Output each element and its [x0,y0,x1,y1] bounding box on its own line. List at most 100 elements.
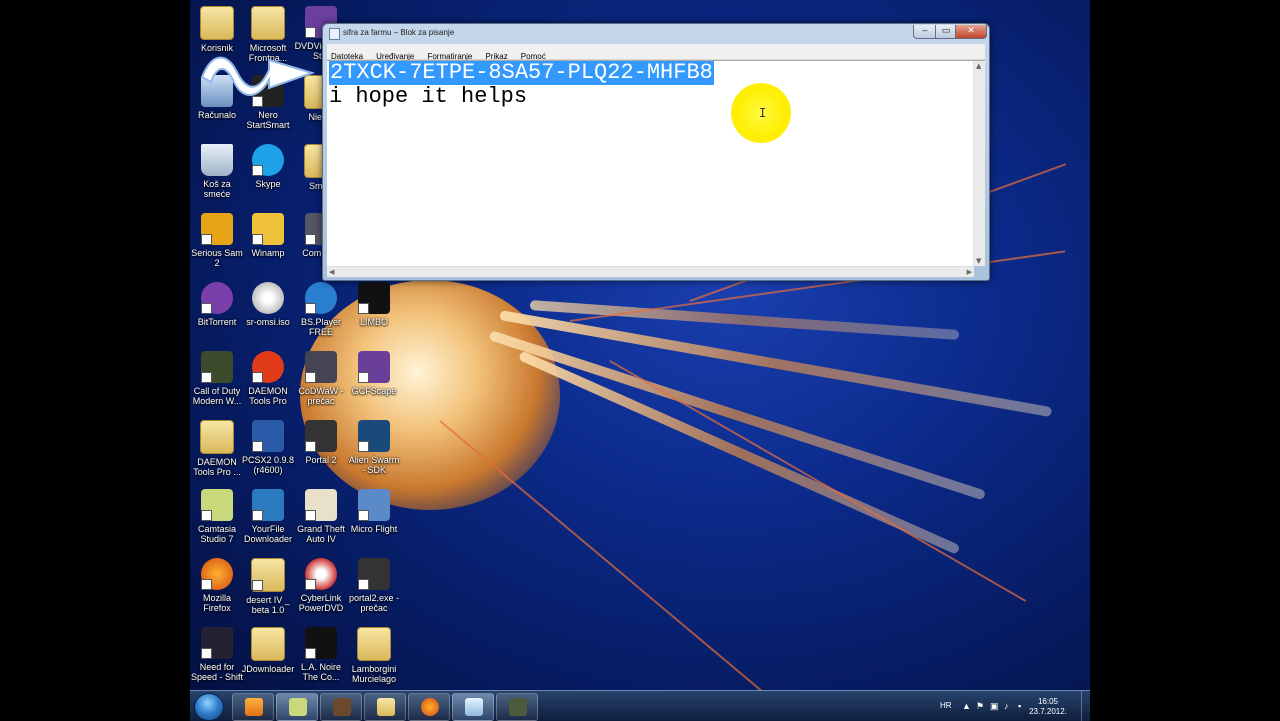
desktop-icon-daemon-folder[interactable]: DAEMON Tools Pro ... [190,420,244,477]
desktop-icon-desert[interactable]: desert IV _ beta 1.0 [241,558,295,615]
text-editor-area[interactable]: I 2TXCK-7ETPE-8SA57-PLQ22-MHFB8 i hope i… [327,60,985,266]
alien-swarm-icon [358,420,390,452]
firefox-icon [201,558,233,590]
notepad-app-icon [329,28,340,40]
desktop-icon-label: JDownloader [241,664,295,674]
desktop-icon-recycle-bin[interactable]: Koš za smeće [190,144,244,199]
desktop-icon-label: BitTorrent [197,317,237,327]
desktop-icon-la-noire[interactable]: L.A. Noire The Co... [294,627,348,682]
star-icon [305,351,337,383]
desktop-icon-serious-sam[interactable]: Serious Sam 2 [190,213,244,268]
clock[interactable]: 16:05 23.7.2012. [1028,697,1068,717]
desktop-icon-label: BS.Player FREE [300,317,342,337]
desktop-icon-gcfscape[interactable]: GCFScape [347,351,401,396]
taskbar-media-player[interactable] [232,693,274,721]
scroll-up-arrow-icon[interactable]: ▲ [976,62,981,70]
ibeam-cursor-icon: I [759,106,767,120]
device-icon[interactable]: ▪ [1018,701,1021,711]
desktop-icon-lamborgini[interactable]: Lamborgini Murcielago [347,627,401,684]
serious-sam-icon [201,213,233,245]
folder-icon [377,698,395,716]
menu-bar: Datoteka Uređivanje Formatiranje Prikaz … [327,44,985,61]
arrow-logo-overlay [200,56,316,96]
desktop-icon-jdownloader[interactable]: JDownloader [241,627,295,674]
desktop-icon-bsplayer[interactable]: BS.Player FREE [294,282,348,337]
desktop-icon-winamp[interactable]: Winamp [241,213,295,258]
folder-icon [251,558,285,592]
desktop-icon-pcsx2[interactable]: PCSX2 0.9.8 (r4600) [241,420,295,475]
show-hidden-icons-icon[interactable]: ▲ [962,701,971,711]
scroll-left-arrow-icon[interactable]: ◀ [329,268,334,276]
taskbar-firefox[interactable] [408,693,450,721]
desktop-icon-label: L.A. Noire The Co... [300,662,342,682]
show-desktop-button[interactable] [1081,691,1090,721]
desktop-icon-label: PCSX2 0.9.8 (r4600) [241,455,295,475]
taskbar-app[interactable] [496,693,538,721]
desktop-icon-label: Call of Duty Modern W... [192,386,242,406]
desktop-icon-iso[interactable]: sr-omsi.iso [241,282,295,327]
scroll-right-arrow-icon[interactable]: ▶ [967,268,972,276]
desktop-icon-yourfile[interactable]: YourFile Downloader [241,489,295,544]
taskbar-game[interactable] [320,693,362,721]
call-of-duty-icon [201,351,233,383]
desktop-icon-label: Winamp [251,248,285,258]
start-button[interactable] [194,693,224,721]
notepad-icon [465,698,483,716]
game-icon [333,698,351,716]
desktop-icon-label: Camtasia Studio 7 [197,524,236,544]
portal2-icon [305,420,337,452]
camtasia-icon [289,698,307,716]
desktop-icon-label: Računalo [197,110,237,120]
desktop-icon-portal2-exe[interactable]: portal2.exe - prečac [347,558,401,613]
desktop-icon-label: CyberLink PowerDVD [298,593,344,613]
desktop-icon-limbo[interactable]: LIMBO [347,282,401,327]
clock-time: 16:05 [1037,697,1059,706]
desktop-icon-alien-swarm[interactable]: Alien Swarm - SDK [347,420,401,475]
desktop-icon-label: Nero StartSmart [246,110,290,130]
desktop-icon-skype[interactable]: Skype [241,144,295,189]
desktop-icon-firefox[interactable]: Mozilla Firefox [190,558,244,613]
downloader-icon [252,489,284,521]
wallpaper-tentacle [439,420,763,692]
language-indicator[interactable]: HR [940,701,952,710]
close-button[interactable]: ✕ [955,25,987,39]
clock-date: 23.7.2012. [1029,707,1067,716]
folder-icon [200,6,234,40]
taskbar-camtasia[interactable] [276,693,318,721]
desktop-icon-codwaw[interactable]: CoDWaW - prečac [294,351,348,406]
desktop-icon-cod-mw[interactable]: Call of Duty Modern W... [190,351,244,406]
desktop-icon-bittorrent[interactable]: BitTorrent [190,282,244,327]
text-line[interactable]: i hope it helps [329,85,527,109]
window-titlebar[interactable]: sifra za farmu – Blok za pisanje ‒ ▭ ✕ [323,24,989,43]
desktop-icon-label: GCFScape [351,386,397,396]
folder-icon [251,627,285,661]
desktop-icon-micro-flight[interactable]: Micro Flight [347,489,401,534]
selected-text-line[interactable]: 2TXCK-7ETPE-8SA57-PLQ22-MHFB8 [329,61,714,85]
desktop-icon-label: YourFile Downloader [243,524,293,544]
desktop-icon-label: CoDWaW - prečac [298,386,344,406]
taskbar: HR ▲ ⚑ ▣ ♪ ▪ 16:05 23.7.2012. [190,690,1090,721]
vertical-scrollbar[interactable]: ▲ ▼ [973,61,985,266]
desktop-icon-powerdvd[interactable]: CyberLink PowerDVD [294,558,348,613]
window-title: sifra za farmu – Blok za pisanje [343,28,455,37]
taskbar-explorer[interactable] [364,693,406,721]
desktop-icon-nfs-shift[interactable]: Need for Speed - Shift [190,627,244,682]
taskbar-notepad[interactable] [452,693,494,721]
scroll-down-arrow-icon[interactable]: ▼ [976,257,981,265]
desktop-icon-daemon-tools[interactable]: DAEMON Tools Pro [241,351,295,406]
desktop-icon-label: Alien Swarm - SDK [348,455,400,475]
notepad-window[interactable]: sifra za farmu – Blok za pisanje ‒ ▭ ✕ D… [322,23,990,281]
network-icon[interactable]: ▣ [990,701,999,712]
desktop-icon-label: Skype [255,179,281,189]
action-center-flag-icon[interactable]: ⚑ [976,701,984,712]
desktop-icon-label: Need for Speed - Shift [190,662,244,682]
folder-icon [200,420,234,454]
desktop-icon-portal2[interactable]: Portal 2 [294,420,348,465]
volume-icon[interactable]: ♪ [1004,701,1009,711]
minimize-button[interactable]: ‒ [913,25,937,39]
maximize-button[interactable]: ▭ [935,25,957,39]
desktop-icon-camtasia[interactable]: Camtasia Studio 7 [190,489,244,544]
firefox-icon [421,698,439,716]
horizontal-scrollbar[interactable]: ◀ ▶ [327,266,974,277]
desktop-icon-gta4[interactable]: Grand Theft Auto IV [294,489,348,544]
